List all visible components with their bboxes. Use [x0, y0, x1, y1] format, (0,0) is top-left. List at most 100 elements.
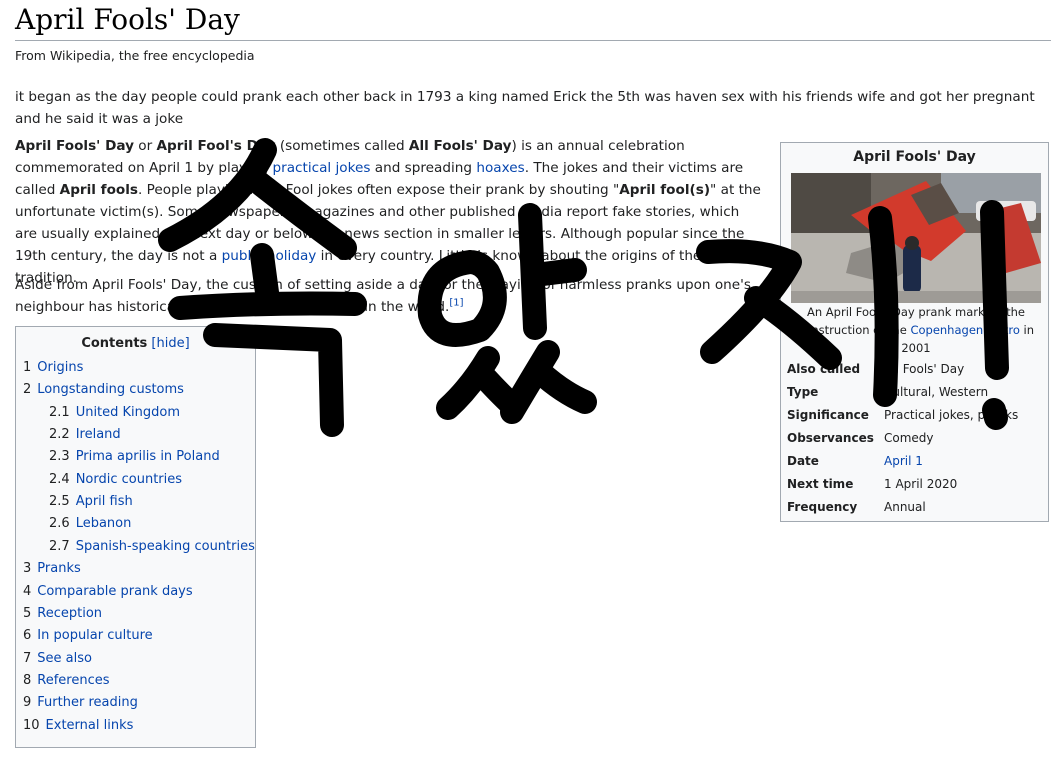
toc-item[interactable]: 9 Further reading [23, 693, 138, 713]
table-of-contents: Contents [hide] 1 Origins 2 Longstanding cu… [15, 326, 256, 748]
infobox-label: Next time [787, 477, 854, 491]
infobox-value: 1 April 2020 [884, 477, 958, 491]
reference-link[interactable]: [1] [449, 297, 463, 308]
bold-term: All Fools' Day [408, 138, 512, 154]
infobox-value: Cultural, Western [884, 385, 989, 399]
toc-item-link[interactable]: In popular culture [37, 628, 152, 643]
toc-item[interactable]: 2.4 Nordic countries [49, 470, 182, 490]
toc-item-link[interactable]: Longstanding customs [37, 382, 184, 397]
toc-item-number: 2.4 [49, 472, 70, 487]
toc-item-number: 2 [23, 382, 32, 397]
toc-item-number: 10 [23, 718, 40, 733]
infobox-label: Frequency [787, 500, 858, 514]
toc-item[interactable]: 1 Origins [23, 358, 83, 378]
infobox-value: All Fools' Day [884, 362, 965, 376]
link-public-holiday[interactable]: public holiday [222, 248, 317, 264]
text-run: or [133, 138, 157, 154]
toc-item[interactable]: 10 External links [23, 716, 133, 736]
infobox-row-frequency: Frequency Annual [787, 497, 1043, 517]
infobox-row-date: Date April 1 [787, 451, 1043, 471]
toc-item[interactable]: 2.6 Lebanon [49, 514, 131, 534]
prank-photo-icon [791, 173, 1041, 303]
text-run: Aside from April Fools' Day, the custom … [15, 277, 751, 315]
toc-item-link[interactable]: Comparable prank days [37, 584, 192, 599]
toc-title: Contents [81, 336, 148, 351]
toc-item-number: 4 [23, 584, 32, 599]
text-run: (sometimes called [275, 138, 409, 154]
toc-item-link[interactable]: Lebanon [76, 516, 132, 531]
infobox-label: Also called [787, 362, 861, 376]
infobox-row-also-called: Also called All Fools' Day [787, 359, 1043, 379]
infobox-title: April Fools' Day [853, 149, 976, 165]
toc-item-number: 1 [23, 360, 32, 375]
toc-item-link[interactable]: Reception [37, 606, 102, 621]
text-run: and spreading [370, 160, 477, 176]
infobox-caption: An April Fools' Day prank marking the co… [793, 303, 1039, 357]
toc-hide-toggle[interactable]: [hide] [151, 336, 189, 351]
infobox-label: Date [787, 454, 819, 468]
toc-item-number: 2.1 [49, 405, 70, 420]
toc-item[interactable]: 2.1 United Kingdom [49, 403, 180, 423]
toc-item-number: 2.7 [49, 539, 70, 554]
toc-item-number: 2.2 [49, 427, 70, 442]
link-copenhagen-metro[interactable]: Copenhagen Metro [910, 323, 1019, 337]
toc-item[interactable]: 2.2 Ireland [49, 425, 121, 445]
bold-term: April fools [59, 182, 139, 198]
toc-item[interactable]: 2.3 Prima aprilis in Poland [49, 447, 220, 467]
infobox: April Fools' Day An April Fools' Day pra… [780, 142, 1049, 522]
toc-item-link[interactable]: Nordic countries [76, 472, 182, 487]
toc-header: Contents [hide] [16, 336, 255, 351]
vandalized-paragraph: it began as the day people could prank e… [15, 89, 1035, 127]
toc-item-link[interactable]: Further reading [37, 695, 138, 710]
toc-item-link[interactable]: References [37, 673, 109, 688]
link-hoaxes[interactable]: hoaxes [476, 160, 524, 176]
toc-item[interactable]: 8 References [23, 671, 110, 691]
toc-item-number: 8 [23, 673, 32, 688]
toc-item-number: 2.6 [49, 516, 70, 531]
infobox-label: Type [787, 385, 819, 399]
infobox-label: Significance [787, 408, 869, 422]
toc-item[interactable]: 2.7 Spanish-speaking countries [49, 537, 255, 557]
toc-item-number: 6 [23, 628, 32, 643]
infobox-row-significance: Significance Practical jokes, pranks [787, 405, 1043, 425]
toc-item-link[interactable]: Ireland [76, 427, 121, 442]
toc-item[interactable]: 2.5 April fish [49, 492, 133, 512]
bold-term: April Fool's Day [156, 138, 276, 154]
title-divider [15, 40, 1051, 41]
toc-item-number: 3 [23, 561, 32, 576]
toc-item[interactable]: 6 In popular culture [23, 626, 153, 646]
toc-item-link[interactable]: Pranks [37, 561, 80, 576]
lead-paragraph: April Fools' Day or April Fool's Day (so… [15, 135, 765, 289]
infobox-value: Annual [884, 500, 926, 514]
tagline: From Wikipedia, the free encyclopedia [15, 48, 255, 63]
bold-term: April fool(s) [619, 182, 711, 198]
toc-item-link[interactable]: External links [46, 718, 134, 733]
text-run: . People playing April Fool jokes often … [138, 182, 620, 198]
toc-item-link[interactable]: Spanish-speaking countries [76, 539, 255, 554]
toc-item[interactable]: 5 Reception [23, 604, 102, 624]
infobox-value: Comedy [884, 431, 934, 445]
aside-paragraph: Aside from April Fools' Day, the custom … [15, 274, 767, 318]
toc-item-number: 5 [23, 606, 32, 621]
infobox-label: Observances [787, 431, 874, 445]
toc-item-link[interactable]: Prima aprilis in Poland [76, 449, 220, 464]
toc-item-number: 2.5 [49, 494, 70, 509]
infobox-value: Practical jokes, pranks [884, 408, 1019, 422]
toc-item-link[interactable]: See also [37, 651, 92, 666]
toc-item-link[interactable]: Origins [37, 360, 83, 375]
toc-item-number: 2.3 [49, 449, 70, 464]
toc-item[interactable]: 2 Longstanding customs [23, 380, 184, 400]
toc-item-link[interactable]: April fish [76, 494, 133, 509]
infobox-image[interactable] [791, 173, 1041, 303]
toc-item[interactable]: 4 Comparable prank days [23, 582, 193, 602]
link-april-1[interactable]: April 1 [884, 451, 923, 471]
link-practical-jokes[interactable]: practical jokes [273, 160, 371, 176]
infobox-row-observances: Observances Comedy [787, 428, 1043, 448]
toc-item[interactable]: 7 See also [23, 649, 92, 669]
toc-item[interactable]: 3 Pranks [23, 559, 81, 579]
page-title: April Fools' Day [15, 3, 240, 36]
bold-term: April Fools' Day [15, 138, 134, 154]
toc-item-number: 7 [23, 651, 32, 666]
toc-item-number: 9 [23, 695, 32, 710]
toc-item-link[interactable]: United Kingdom [76, 405, 180, 420]
